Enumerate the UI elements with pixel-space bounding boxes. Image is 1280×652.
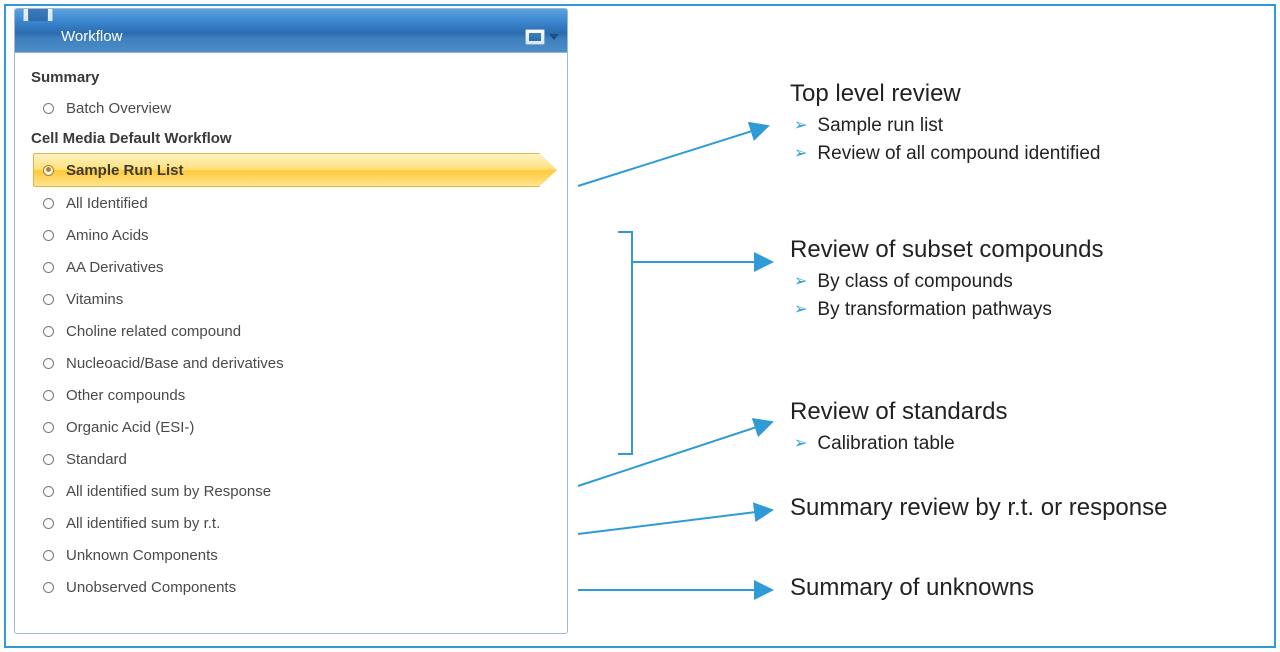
annotation-summary-rt-response: Summary review by r.t. or response xyxy=(790,494,1167,522)
chevron-down-icon xyxy=(549,34,559,40)
nav-item-unobserved-components[interactable]: Unobserved Components xyxy=(33,571,557,603)
annotation-bullets: Calibration table xyxy=(790,430,1007,458)
panel-body: Summary Batch Overview Cell Media Defaul… xyxy=(15,53,567,607)
nav-item-label: Choline related compound xyxy=(66,323,241,340)
annotation-summary-unknowns: Summary of unknowns xyxy=(790,574,1034,602)
nav-item-sample-run-list[interactable]: Sample Run List xyxy=(33,153,557,187)
radio-icon xyxy=(43,454,54,465)
radio-icon xyxy=(43,390,54,401)
nav-item-choline[interactable]: Choline related compound xyxy=(33,315,557,347)
titlebar-top-strip xyxy=(15,9,567,21)
summary-header: Summary xyxy=(31,69,557,86)
nav-item-label: Sample Run List xyxy=(66,162,184,179)
nav-item-label: Vitamins xyxy=(66,291,123,308)
radio-icon xyxy=(43,165,54,176)
nav-item-vitamins[interactable]: Vitamins xyxy=(33,283,557,315)
panel-titlebar: Workflow xyxy=(15,9,567,53)
annotation-title: Summary review by r.t. or response xyxy=(790,494,1167,522)
nav-item-nucleoacid[interactable]: Nucleoacid/Base and derivatives xyxy=(33,347,557,379)
nav-item-label: All identified sum by r.t. xyxy=(66,515,220,532)
titlebar-controls[interactable] xyxy=(525,29,559,45)
nav-item-organic-acid[interactable]: Organic Acid (ESI-) xyxy=(33,411,557,443)
radio-icon xyxy=(43,422,54,433)
annotation-bullets: Sample run list Review of all compound i… xyxy=(790,112,1100,167)
display-mode-icon xyxy=(525,29,545,45)
radio-icon xyxy=(43,294,54,305)
nav-item-label: Nucleoacid/Base and derivatives xyxy=(66,355,284,372)
radio-icon xyxy=(43,582,54,593)
workflow-panel: Workflow Summary Batch Overview Cell Med… xyxy=(14,8,568,634)
nav-item-amino-acids[interactable]: Amino Acids xyxy=(33,219,557,251)
nav-item-label: AA Derivatives xyxy=(66,259,164,276)
annotation-title: Review of subset compounds xyxy=(790,236,1104,264)
annotation-title: Top level review xyxy=(790,80,1100,108)
workflow-header: Cell Media Default Workflow xyxy=(31,130,557,147)
nav-item-sum-by-rt[interactable]: All identified sum by r.t. xyxy=(33,507,557,539)
radio-icon xyxy=(43,326,54,337)
nav-item-label: All Identified xyxy=(66,195,148,212)
nav-item-sum-by-response[interactable]: All identified sum by Response xyxy=(33,475,557,507)
nav-item-label: Standard xyxy=(66,451,127,468)
nav-item-label: All identified sum by Response xyxy=(66,483,271,500)
annotation-top-level-review: Top level review Sample run list Review … xyxy=(790,80,1100,167)
radio-icon xyxy=(43,486,54,497)
radio-icon xyxy=(43,358,54,369)
nav-item-standard[interactable]: Standard xyxy=(33,443,557,475)
annotation-title: Summary of unknowns xyxy=(790,574,1034,602)
radio-icon xyxy=(43,262,54,273)
annotation-bullets: By class of compounds By transformation … xyxy=(790,268,1104,323)
annotation-bullet: Calibration table xyxy=(794,430,1007,458)
nav-item-label: Batch Overview xyxy=(66,100,171,117)
panel-title: Workflow xyxy=(61,28,122,45)
annotation-bullet: By class of compounds xyxy=(794,268,1104,296)
nav-item-unknown-components[interactable]: Unknown Components xyxy=(33,539,557,571)
nav-item-batch-overview[interactable]: Batch Overview xyxy=(33,92,557,124)
radio-icon xyxy=(43,518,54,529)
nav-item-label: Amino Acids xyxy=(66,227,149,244)
nav-item-label: Organic Acid (ESI-) xyxy=(66,419,194,436)
radio-icon xyxy=(43,103,54,114)
annotation-title: Review of standards xyxy=(790,398,1007,426)
nav-item-aa-derivatives[interactable]: AA Derivatives xyxy=(33,251,557,283)
titlebar-main: Workflow xyxy=(15,21,567,53)
annotation-subset-compounds: Review of subset compounds By class of c… xyxy=(790,236,1104,323)
nav-item-label: Unknown Components xyxy=(66,547,218,564)
annotation-bullet: By transformation pathways xyxy=(794,296,1104,324)
nav-item-label: Unobserved Components xyxy=(66,579,236,596)
nav-item-label: Other compounds xyxy=(66,387,185,404)
radio-icon xyxy=(43,198,54,209)
annotation-bullet: Sample run list xyxy=(794,112,1100,140)
radio-icon xyxy=(43,550,54,561)
annotation-bullet: Review of all compound identified xyxy=(794,140,1100,168)
radio-icon xyxy=(43,230,54,241)
annotation-standards: Review of standards Calibration table xyxy=(790,398,1007,458)
nav-item-other-compounds[interactable]: Other compounds xyxy=(33,379,557,411)
nav-item-all-identified[interactable]: All Identified xyxy=(33,187,557,219)
